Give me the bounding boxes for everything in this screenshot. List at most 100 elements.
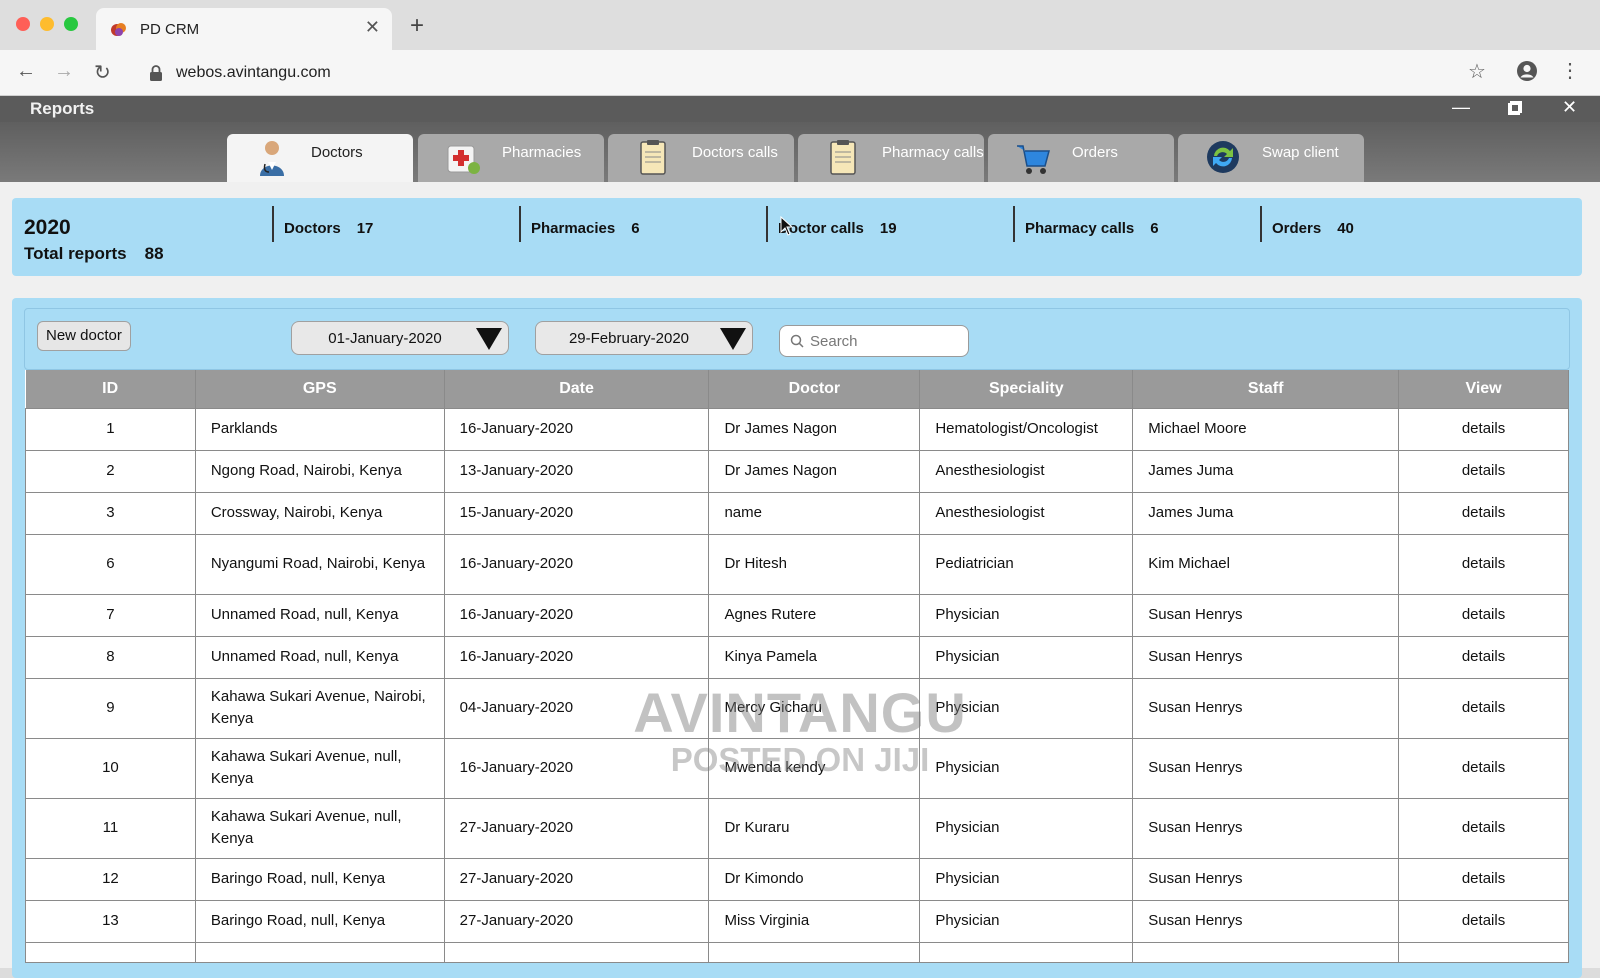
cell-id: 1 [25, 407, 196, 451]
cell-speciality: Anesthesiologist [919, 449, 1134, 493]
cell-date: 16-January-2020 [443, 533, 710, 595]
tab-close-icon[interactable]: ✕ [365, 17, 380, 38]
details-link[interactable]: details [1398, 407, 1569, 451]
table-row[interactable]: 11 Kahawa Sukari Avenue, null, Kenya 27-… [25, 797, 1569, 859]
search-input[interactable] [810, 330, 960, 352]
details-link[interactable]: details [1398, 857, 1569, 901]
table-row[interactable]: 3 Crossway, Nairobi, Kenya 15-January-20… [25, 491, 1569, 535]
profile-icon[interactable] [1516, 60, 1538, 82]
reload-icon[interactable]: ↻ [94, 60, 111, 85]
stat-value: 6 [1150, 220, 1159, 237]
cell-gps: Nyangumi Road, Nairobi, Kenya [194, 533, 445, 595]
close-icon[interactable]: ✕ [1562, 97, 1577, 118]
table-row[interactable]: 2 Ngong Road, Nairobi, Kenya 13-January-… [25, 449, 1569, 493]
column-header-gps[interactable]: GPS [195, 370, 445, 408]
new-doctor-button[interactable]: New doctor [37, 321, 131, 351]
table-header-row: ID GPS Date Doctor Speciality Staff View [25, 370, 1569, 408]
column-header-view[interactable]: View [1398, 370, 1569, 408]
cell-staff: Susan Henrys [1132, 797, 1400, 859]
url-text: webos.avintangu.com [176, 64, 331, 81]
browser-tab[interactable]: PD CRM ✕ [96, 8, 392, 50]
column-header-doctor[interactable]: Doctor [708, 370, 921, 408]
cell-gps: Baringo Road, null, Kenya [194, 899, 445, 943]
cell-doctor: Dr Kimondo [708, 857, 921, 901]
total-reports-label: Total reports [24, 244, 127, 263]
cell-staff: Susan Henrys [1132, 677, 1400, 739]
table-row[interactable]: 8 Unnamed Road, null, Kenya 16-January-2… [25, 635, 1569, 679]
minimize-icon[interactable]: — [1452, 97, 1470, 118]
tab-pharmacies[interactable]: Pharmacies [418, 134, 604, 182]
favicon-icon [111, 23, 126, 36]
window-close-dot[interactable] [16, 17, 30, 31]
table-row[interactable]: 12 Baringo Road, null, Kenya 27-January-… [25, 857, 1569, 901]
maximize-icon[interactable] [1508, 99, 1522, 120]
date-to-select[interactable]: 29-February-2020 [535, 321, 753, 355]
details-link[interactable]: details [1398, 491, 1569, 535]
cell-date: 16-January-2020 [443, 407, 710, 451]
date-to-value: 29-February-2020 [568, 330, 690, 347]
table-row[interactable]: 13 Baringo Road, null, Kenya 27-January-… [25, 899, 1569, 943]
back-arrow-icon[interactable]: ← [16, 60, 36, 83]
kebab-menu-icon[interactable]: ⋮ [1560, 58, 1580, 83]
cell-empty [1398, 941, 1569, 963]
details-link[interactable]: details [1398, 533, 1569, 595]
doctors-table: ID GPS Date Doctor Speciality Staff View… [25, 370, 1569, 963]
cell-doctor: Dr James Nagon [708, 407, 921, 451]
stat-label: Doctors [284, 220, 341, 237]
tab-pharmacy-calls[interactable]: Pharmacy calls [798, 134, 984, 182]
pharmacy-icon [447, 145, 480, 174]
details-link[interactable]: details [1398, 677, 1569, 739]
date-from-select[interactable]: 01-January-2020 [291, 321, 509, 355]
stat-label: Pharmacy calls [1025, 220, 1135, 237]
cell-id: 6 [25, 533, 196, 595]
cell-staff: Susan Henrys [1132, 857, 1400, 901]
details-link[interactable]: details [1398, 899, 1569, 943]
tab-doctors[interactable]: Doctors [227, 134, 413, 182]
window-minimize-dot[interactable] [40, 17, 54, 31]
cell-date: 27-January-2020 [443, 899, 710, 943]
column-header-staff[interactable]: Staff [1132, 370, 1400, 408]
details-link[interactable]: details [1398, 737, 1569, 799]
details-link[interactable]: details [1398, 797, 1569, 859]
search-field[interactable] [779, 325, 969, 357]
tab-doctors-calls[interactable]: Doctors calls [608, 134, 794, 182]
bookmark-star-icon[interactable]: ☆ [1468, 59, 1486, 84]
details-link[interactable]: details [1398, 635, 1569, 679]
table-row[interactable]: 10 Kahawa Sukari Avenue, null, Kenya 16-… [25, 737, 1569, 799]
table-row[interactable]: 7 Unnamed Road, null, Kenya 16-January-2… [25, 593, 1569, 637]
cell-staff: Susan Henrys [1132, 593, 1400, 637]
cell-gps: Ngong Road, Nairobi, Kenya [194, 449, 445, 493]
cell-speciality: Physician [919, 857, 1134, 901]
window-zoom-dot[interactable] [64, 17, 78, 31]
details-link[interactable]: details [1398, 593, 1569, 637]
swap-icon [1207, 141, 1239, 173]
cell-speciality: Physician [919, 899, 1134, 943]
stat-value: 6 [631, 220, 640, 237]
tab-label: Doctors calls [692, 144, 778, 161]
new-tab-icon[interactable]: + [410, 12, 424, 40]
table-row[interactable]: 9 Kahawa Sukari Avenue, Nairobi, Kenya 0… [25, 677, 1569, 739]
cart-icon [1017, 145, 1050, 174]
cell-gps: Kahawa Sukari Avenue, null, Kenya [194, 797, 445, 859]
cell-gps: Baringo Road, null, Kenya [194, 857, 445, 901]
table-row[interactable]: 1 Parklands 16-January-2020 Dr James Nag… [25, 407, 1569, 451]
cell-gps: Crossway, Nairobi, Kenya [194, 491, 445, 535]
column-header-speciality[interactable]: Speciality [919, 370, 1134, 408]
details-link[interactable]: details [1398, 449, 1569, 493]
cell-id: 11 [25, 797, 196, 859]
cell-speciality: Hematologist/Oncologist [919, 407, 1134, 451]
tab-label: Pharmacy calls [882, 144, 984, 161]
table-row-partial [25, 941, 1569, 963]
tab-swap-client[interactable]: Swap client [1178, 134, 1364, 182]
forward-arrow-icon[interactable]: → [54, 60, 74, 83]
cell-empty [25, 941, 196, 963]
tab-orders[interactable]: Orders [988, 134, 1174, 182]
cell-doctor: Kinya Pamela [708, 635, 921, 679]
clipboard-icon [830, 140, 856, 175]
column-header-date[interactable]: Date [444, 370, 710, 408]
cell-date: 13-January-2020 [443, 449, 710, 493]
column-header-id[interactable]: ID [25, 370, 196, 408]
cell-id: 13 [25, 899, 196, 943]
address-bar[interactable]: webos.avintangu.com [136, 56, 1456, 90]
table-row[interactable]: 6 Nyangumi Road, Nairobi, Kenya 16-Janua… [25, 533, 1569, 595]
